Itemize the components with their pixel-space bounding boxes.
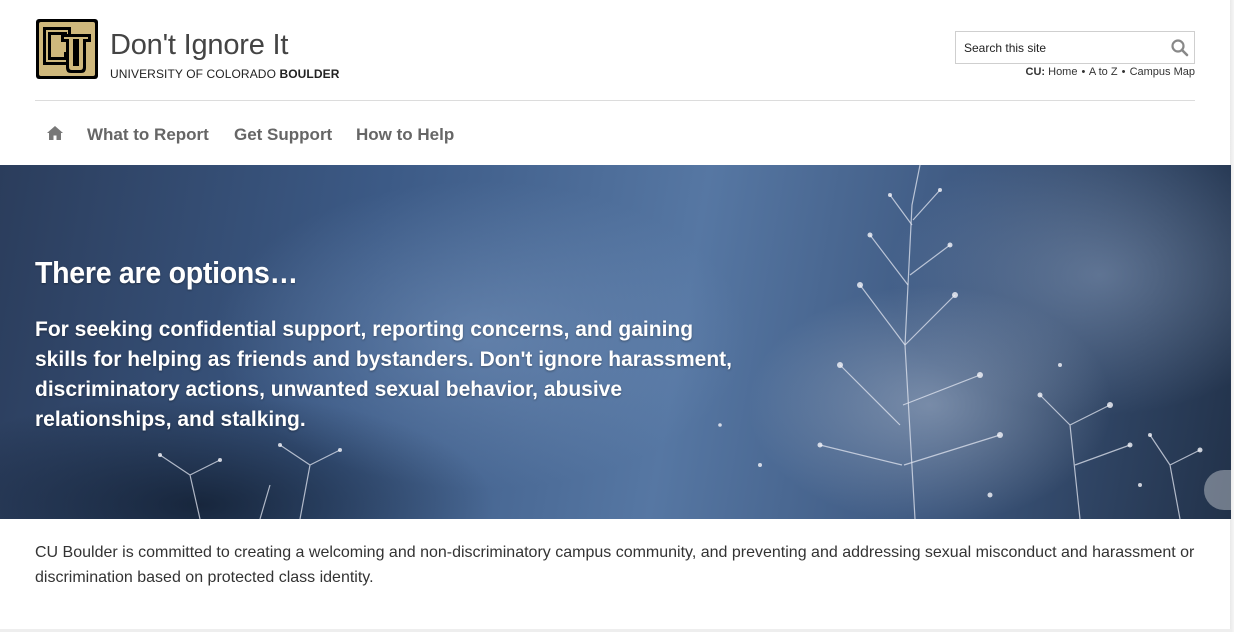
cu-logo-icon bbox=[36, 19, 98, 79]
site-header: Don't Ignore It UNIVERSITY OF COLORADO B… bbox=[35, 0, 1195, 101]
search-input[interactable] bbox=[956, 32, 1162, 63]
hero-title: There are options… bbox=[35, 255, 298, 290]
home-icon[interactable] bbox=[46, 125, 64, 141]
nav-item-what-to-report[interactable]: What to Report bbox=[87, 125, 209, 145]
cu-label: CU: bbox=[1025, 66, 1046, 78]
cu-link-campus-map[interactable]: Campus Map bbox=[1130, 66, 1195, 78]
site-subtitle: UNIVERSITY OF COLORADO BOULDER bbox=[110, 67, 340, 81]
cu-link-a-to-z[interactable]: A to Z bbox=[1089, 66, 1118, 78]
cu-links: CU: Home • A to Z • Campus Map bbox=[1026, 66, 1196, 78]
hero-banner: There are options… For seeking confident… bbox=[0, 165, 1231, 519]
cu-link-home[interactable]: Home bbox=[1048, 66, 1077, 78]
site-logo-link[interactable]: Don't Ignore It UNIVERSITY OF COLORADO B… bbox=[35, 18, 339, 82]
site-title: Don't Ignore It bbox=[110, 29, 289, 61]
nav-item-how-to-help[interactable]: How to Help bbox=[356, 125, 454, 145]
subtitle-university: UNIVERSITY OF COLORADO bbox=[110, 67, 280, 81]
cu-link-separator: • bbox=[1081, 66, 1086, 78]
hero-text: For seeking confidential support, report… bbox=[35, 318, 732, 431]
search-box bbox=[955, 31, 1195, 64]
nav-item-get-support[interactable]: Get Support bbox=[234, 125, 332, 145]
main-nav: What to Report Get Support How to Help bbox=[35, 101, 1195, 165]
intro-text: CU Boulder is committed to creating a we… bbox=[35, 544, 1195, 586]
cu-link-separator: • bbox=[1121, 66, 1126, 78]
subtitle-boulder: BOULDER bbox=[279, 67, 340, 81]
search-icon[interactable] bbox=[1170, 38, 1190, 58]
